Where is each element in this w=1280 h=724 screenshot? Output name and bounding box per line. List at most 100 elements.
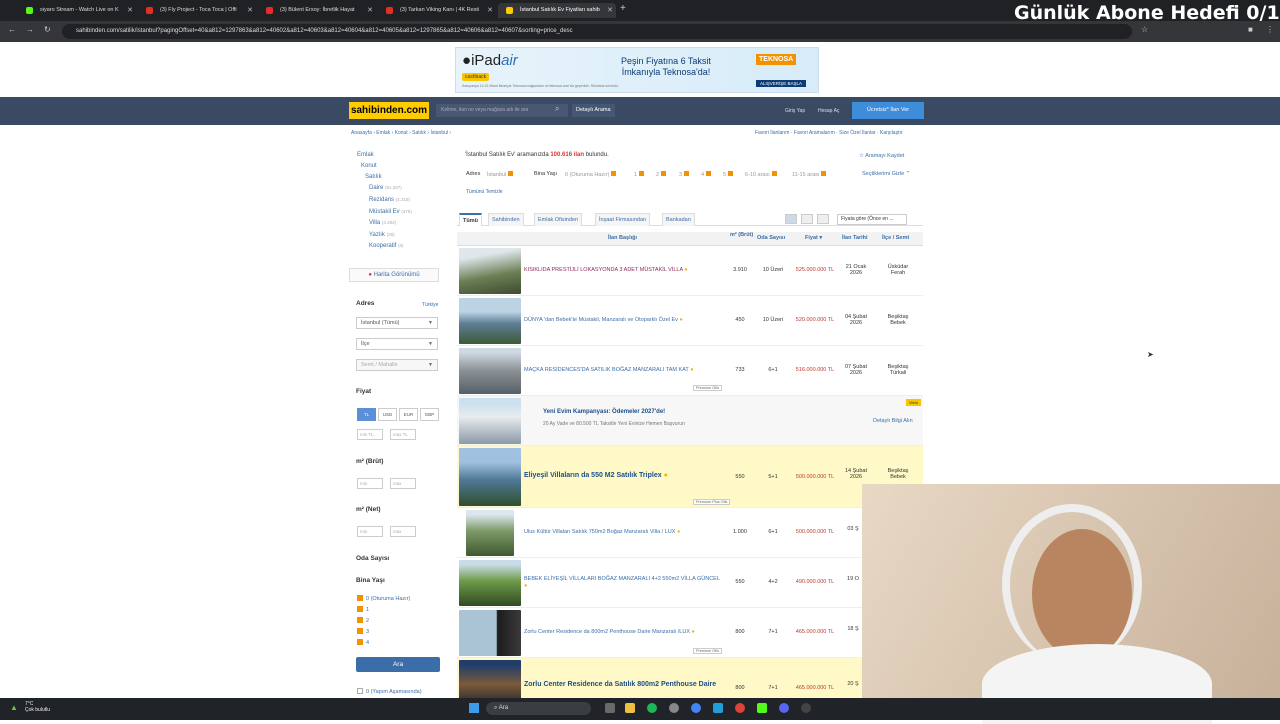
settings-icon[interactable] [669, 703, 679, 713]
table-row[interactable]: BEBEK ELİYEŞİL VİLLALARI BOĞAZ MANZARALI… [457, 558, 923, 608]
col-price[interactable]: Fiyat ▾ [805, 235, 822, 241]
listing-thumbnail[interactable] [459, 560, 521, 606]
remove-icon[interactable] [639, 171, 645, 176]
site-logo[interactable]: sahibinden.com [349, 102, 429, 119]
filter-chip[interactable]: 3 [679, 171, 690, 178]
neighborhood-select[interactable]: Semt / Mahalle ▼ [356, 359, 438, 371]
map-view-button[interactable]: ● Harita Görünümü [349, 268, 439, 282]
remove-icon[interactable] [684, 171, 690, 176]
remove-icon[interactable] [661, 171, 667, 176]
remove-icon[interactable] [706, 171, 712, 176]
building-age-option[interactable]: 3 [357, 628, 369, 635]
remove-icon[interactable] [821, 171, 827, 176]
currency-usd[interactable]: USD [378, 408, 397, 421]
thumbnail-view-icon[interactable] [801, 214, 813, 224]
listing-title[interactable]: DÜNYA 'dan Bebek'te Müstakil, Manzaralı … [524, 317, 683, 324]
browser-tab[interactable]: siyaro Stream - Watch Live on K ✕ [18, 3, 136, 18]
new-tab-button[interactable]: + [620, 3, 626, 14]
remove-icon[interactable] [611, 171, 617, 176]
min-net-m2-input[interactable]: min [357, 526, 383, 537]
search-icon[interactable]: ⌕ [555, 104, 559, 114]
listing-thumbnail[interactable] [459, 348, 521, 394]
filter-chip[interactable]: 11-15 arası [792, 171, 827, 178]
sidebar-category[interactable]: Müstakil Ev (475) [369, 209, 412, 215]
telegram-icon[interactable] [713, 703, 723, 713]
taskbar-search[interactable]: ⌕ Ara [486, 702, 591, 715]
close-icon[interactable]: ✕ [367, 3, 373, 18]
building-age-option[interactable]: 2 [357, 617, 369, 624]
close-icon[interactable]: ✕ [607, 3, 613, 18]
browser-tab-active[interactable]: İstanbul Satılık Ev Fiyatları sahib ✕ [498, 3, 616, 18]
sidebar-category[interactable]: Daire (91.337) [369, 185, 402, 191]
building-age-option[interactable]: 0 (Oturuma Hazır) [357, 595, 410, 602]
user-links[interactable]: Favori İlanlarım · Favori Aramalarım · S… [755, 130, 903, 136]
filter-chip[interactable]: 1 [634, 171, 645, 178]
listing-title[interactable]: KISIKLIDA PRESTİJLİ LOKASYONDA 3 ADET MÜ… [524, 267, 688, 274]
filter-chip[interactable]: 5 [723, 171, 734, 178]
detailed-search-button[interactable]: Detaylı Arama [572, 104, 615, 117]
currency-tl[interactable]: TL [357, 408, 376, 421]
listing-title[interactable]: MAÇKA RESİDENCES'DA SATILIK BOĞAZ MANZAR… [524, 367, 694, 374]
listing-thumbnail[interactable] [459, 298, 521, 344]
filter-chip[interactable]: İstanbul [487, 171, 514, 178]
chrome-icon[interactable] [691, 703, 701, 713]
forward-icon[interactable]: → [26, 25, 34, 34]
sidebar-category[interactable]: Konut [361, 163, 377, 169]
min-price-input[interactable]: min TL [357, 429, 383, 440]
sort-select[interactable]: Fiyata göre (Önce en ... [837, 214, 907, 225]
max-price-input[interactable]: max TL [390, 429, 416, 440]
listing-thumbnail[interactable] [466, 510, 514, 556]
listing-thumbnail[interactable] [459, 610, 521, 656]
url-field[interactable]: sahibinden.com/satilik/istanbul?pagingOf… [62, 24, 1132, 39]
district-select[interactable]: İlçe ▼ [356, 338, 438, 350]
listing-thumbnail[interactable] [459, 448, 521, 506]
tab-agency[interactable]: Emlak Ofisinden [534, 213, 583, 226]
table-row[interactable]: KISIKLIDA PRESTİJLİ LOKASYONDA 3 ADET MÜ… [457, 246, 923, 296]
windows-start-icon[interactable] [469, 703, 479, 713]
search-input[interactable]: Kelime, ilan no veya mağaza adı ile ara [436, 104, 568, 117]
country-link[interactable]: Türkiye [422, 302, 438, 308]
table-row[interactable]: MAÇKA RESİDENCES'DA SATILIK BOĞAZ MANZAR… [457, 346, 923, 396]
filter-chip[interactable]: 2 [656, 171, 667, 178]
browser-tab[interactable]: (3) Fly Project - Toca Toca | Offi ✕ [138, 3, 256, 18]
remove-icon[interactable] [728, 171, 734, 176]
remove-icon[interactable] [771, 171, 777, 176]
listing-title[interactable]: Ulus Kültür Villaları Satılık 750m2 Boğa… [524, 529, 680, 536]
tab-all[interactable]: Tümü [459, 213, 482, 226]
obs-icon[interactable] [801, 703, 811, 713]
remove-icon[interactable] [508, 171, 514, 176]
reload-icon[interactable]: ↻ [44, 25, 51, 34]
ad-cta-button[interactable]: ALIŞVERİŞE BAŞLA [756, 80, 807, 87]
gallery-view-icon[interactable] [817, 214, 829, 224]
listing-title[interactable]: Zorlu Center Residence da 800m2 Penthous… [524, 629, 695, 636]
clear-all-link[interactable]: Tümünü Temizle [466, 189, 503, 195]
chrome-profile-icon[interactable] [735, 703, 745, 713]
building-age-heading[interactable]: Bina Yaşı [356, 577, 385, 584]
tab-builder[interactable]: İnşaat Firmasından [595, 213, 651, 226]
room-count-heading[interactable]: Oda Sayısı [356, 555, 389, 562]
city-select[interactable]: İstanbul (Tümü) ▼ [356, 317, 438, 329]
search-button[interactable]: Ara [356, 657, 440, 672]
save-search-link[interactable]: ☆ Aramayı Kaydet [859, 153, 904, 159]
col-date[interactable]: İlan Tarihi [842, 235, 868, 241]
login-link[interactable]: Giriş Yap [785, 108, 805, 114]
weather-widget[interactable]: 7°C Çok bulutlu [25, 701, 50, 713]
register-link[interactable]: Hesap Aç [818, 108, 839, 114]
building-age-option[interactable]: 0 (Yapım Aşamasında) [357, 688, 422, 695]
currency-eur[interactable]: EUR [399, 408, 418, 421]
kick-app-icon[interactable] [757, 703, 767, 713]
listing-thumbnail[interactable] [459, 248, 521, 294]
col-title[interactable]: İlan Başlığı [608, 235, 637, 241]
tab-bank[interactable]: Bankadan [662, 213, 695, 226]
bookmark-star-icon[interactable]: ☆ [1141, 25, 1148, 34]
close-icon[interactable]: ✕ [487, 3, 493, 18]
discord-icon[interactable] [779, 703, 789, 713]
table-row[interactable]: Ulus Kültür Villaları Satılık 750m2 Boğa… [457, 508, 923, 558]
ad-banner[interactable]: ●iPadair cashback Peşin Fiyatına 6 Taksi… [455, 47, 819, 93]
extension-icon[interactable]: ■ [1248, 25, 1253, 34]
campaign-cta[interactable]: Detaylı Bilgi Alın [873, 418, 913, 424]
breadcrumb[interactable]: Anasayfa › Emlak › Konut › Satılık › İst… [351, 130, 451, 136]
campaign-thumbnail[interactable] [459, 398, 521, 444]
browser-tab[interactable]: (3) Bülent Ersoy: İbretlik Hayat ✕ [258, 3, 376, 18]
max-gross-m2-input[interactable]: max [390, 478, 416, 489]
